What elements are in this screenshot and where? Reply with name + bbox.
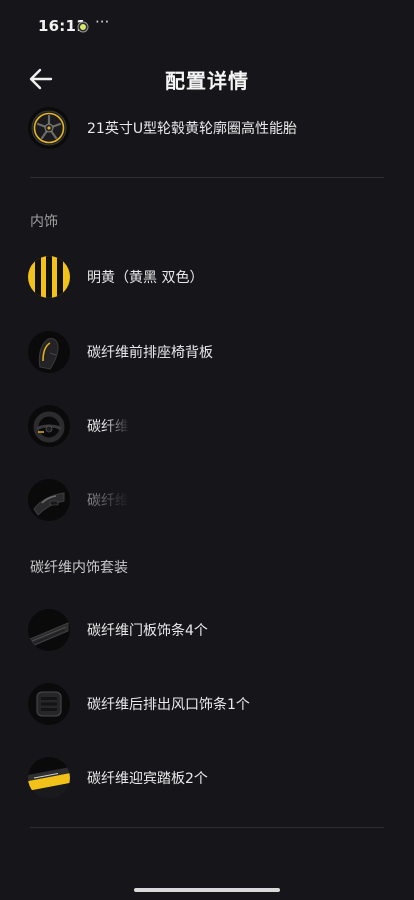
page-header: 配置详情 xyxy=(0,56,414,102)
gear-shifter-icon xyxy=(28,479,70,521)
config-item-label: 碳纤维前排座椅背板 xyxy=(87,345,213,361)
steering-wheel-icon xyxy=(28,405,70,447)
seat-back-icon xyxy=(28,331,70,373)
config-item-air-vent[interactable]: 碳纤维后排出风口饰条1个 xyxy=(0,680,414,730)
config-item-shifter[interactable]: 碳纤维 xyxy=(0,476,414,526)
config-item-seat-back[interactable]: 碳纤维前排座椅背板 xyxy=(0,328,414,378)
wheel-icon xyxy=(28,107,70,149)
config-item-steering[interactable]: 碳纤维 xyxy=(0,402,414,452)
home-indicator[interactable] xyxy=(134,888,280,892)
config-item-label: 碳纤维门板饰条4个 xyxy=(87,623,208,639)
config-item-label: 碳纤维 xyxy=(87,493,129,509)
door-trim-icon xyxy=(28,609,70,651)
notification-dot-icon xyxy=(80,24,86,30)
divider xyxy=(30,827,384,828)
config-item-door-trim[interactable]: 碳纤维门板饰条4个 xyxy=(0,606,414,656)
config-item-interior-color[interactable]: 明黄（黄黑 双色） xyxy=(0,253,414,303)
config-item-label: 21英寸U型轮毂黄轮廓圈高性能胎 xyxy=(87,121,298,137)
divider xyxy=(30,177,384,178)
yellow-black-swatch-icon xyxy=(28,256,70,298)
config-item-label: 碳纤维 xyxy=(87,419,129,435)
page-title: 配置详情 xyxy=(165,69,249,93)
config-item-sill-plate[interactable]: 碳纤维迎宾踏板2个 xyxy=(0,754,414,804)
config-item-label: 碳纤维后排出风口饰条1个 xyxy=(87,697,250,713)
config-item-label: 明黄（黄黑 双色） xyxy=(87,270,204,286)
sill-plate-icon xyxy=(28,757,70,799)
config-item-wheels[interactable]: 21英寸U型轮毂黄轮廓圈高性能胎 xyxy=(0,104,414,154)
config-item-label: 碳纤维迎宾踏板2个 xyxy=(87,771,208,787)
status-bar: 16:11 ··· xyxy=(0,0,414,56)
section-title-carbon-package: 碳纤维内饰套装 xyxy=(30,560,128,576)
section-title-interior: 内饰 xyxy=(30,214,58,230)
air-vent-icon xyxy=(28,683,70,725)
status-more-icon: ··· xyxy=(95,13,110,31)
